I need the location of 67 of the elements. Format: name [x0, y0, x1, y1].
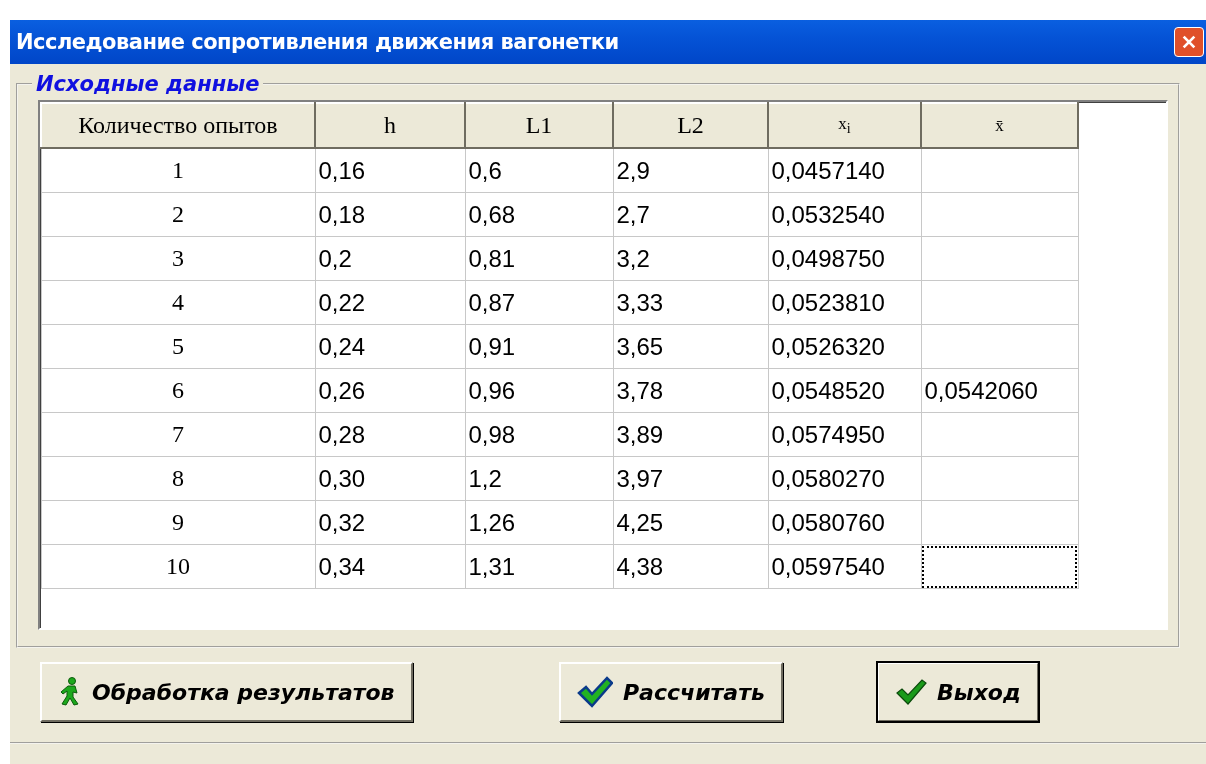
table-cell: 4,38 — [613, 544, 768, 589]
table-cell: 0,0580270 — [768, 456, 921, 501]
table-cell: 0,0580760 — [768, 500, 921, 545]
table-cell: 3,65 — [613, 324, 768, 369]
table-cell: 10 — [41, 544, 315, 589]
close-button[interactable] — [1174, 27, 1204, 57]
table-cell: 1 — [41, 148, 315, 193]
table-cell: 3,97 — [613, 456, 768, 501]
table-cell: 0,0523810 — [768, 280, 921, 325]
table-cell: 4,25 — [613, 500, 768, 545]
table-cell: 0,0574950 — [768, 412, 921, 457]
table-cell: 3 — [41, 236, 315, 281]
table-cell: 1,31 — [465, 544, 613, 589]
calculate-button[interactable]: Рассчитать — [559, 662, 783, 722]
table-cell: 0,0457140 — [768, 148, 921, 193]
table-cell: 0,81 — [465, 236, 613, 281]
window-title: Исследование сопротивления движения вагонетки — [16, 30, 619, 54]
table-cell: 0,0542060 — [921, 368, 1078, 413]
table-cell: 0,32 — [315, 500, 465, 545]
table-cell: 7 — [41, 412, 315, 457]
table-cell: 2 — [41, 192, 315, 237]
table-cell: 0,24 — [315, 324, 465, 369]
table-cell: 0,0526320 — [768, 324, 921, 369]
table-cell: 4 — [41, 280, 315, 325]
table-cell: 0,22 — [315, 280, 465, 325]
table-cell: 8 — [41, 456, 315, 501]
running-figure-icon — [58, 677, 82, 707]
column-header: L1 — [465, 103, 613, 148]
close-icon — [1181, 33, 1197, 51]
table-cell: 3,2 — [613, 236, 768, 281]
table-cell: 0,0498750 — [768, 236, 921, 281]
checkmark-icon — [895, 678, 927, 706]
table-cell: 0,26 — [315, 368, 465, 413]
table-cell: 0,6 — [465, 148, 613, 193]
table-cell: 0,98 — [465, 412, 613, 457]
table-cell: 0,0548520 — [768, 368, 921, 413]
table-cell: 0,0532540 — [768, 192, 921, 237]
checkmark-icon — [577, 676, 613, 708]
table-cell: 0,68 — [465, 192, 613, 237]
table-cell: 2,9 — [613, 148, 768, 193]
column-header: h — [315, 103, 465, 148]
column-header: x$_{i}$ — [768, 103, 921, 148]
table-cell: 9 — [41, 500, 315, 545]
table-cell: 1,2 — [465, 456, 613, 501]
table-cell: 0,91 — [465, 324, 613, 369]
table-cell: 0,34 — [315, 544, 465, 589]
table-cell: 0,0597540 — [768, 544, 921, 589]
column-header: x̄ — [921, 103, 1078, 148]
table-cell: 0,16 — [315, 148, 465, 193]
table-cell: 0,30 — [315, 456, 465, 501]
process-results-button[interactable]: Обработка результатов — [40, 662, 413, 722]
exit-button[interactable]: Выход — [877, 662, 1039, 722]
column-header: L2 — [613, 103, 768, 148]
table-cell: 6 — [41, 368, 315, 413]
table-cell: 3,33 — [613, 280, 768, 325]
table-cell: 0,96 — [465, 368, 613, 413]
table-cell: 0,87 — [465, 280, 613, 325]
column-header: Количество опытов — [41, 103, 315, 148]
table-cell: 1,26 — [465, 500, 613, 545]
table-cell: 0,28 — [315, 412, 465, 457]
table-cell: 0,18 — [315, 192, 465, 237]
table-cell: 2,7 — [613, 192, 768, 237]
table-cell: 3,89 — [613, 412, 768, 457]
table-cell: 5 — [41, 324, 315, 369]
group-title: Исходные данные — [35, 72, 261, 96]
table-cell: 3,78 — [613, 368, 768, 413]
table-cell: 0,2 — [315, 236, 465, 281]
